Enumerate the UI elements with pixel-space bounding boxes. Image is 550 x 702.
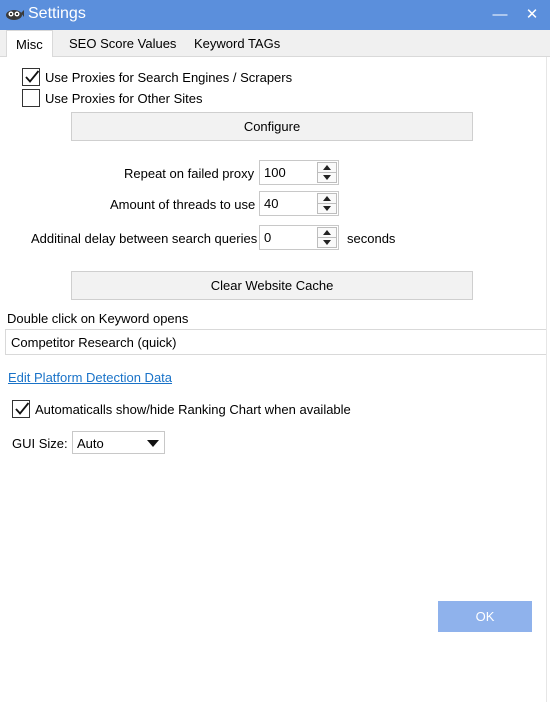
spinner-down-arrow-icon[interactable] (318, 238, 336, 248)
ranking-chart-row[interactable]: Automaticalls show/hide Ranking Chart wh… (12, 399, 351, 419)
title-bar: Settings — ✕ (0, 0, 550, 30)
clear-website-cache-button[interactable]: Clear Website Cache (71, 271, 473, 300)
app-icon (5, 7, 25, 23)
delay-spinner[interactable]: 0 (259, 225, 339, 250)
spinner-up-arrow-icon[interactable] (318, 194, 336, 204)
delay-value[interactable]: 0 (264, 230, 271, 245)
spinner-down-arrow-icon[interactable] (318, 173, 336, 183)
repeat-failed-proxy-spinner[interactable]: 100 (259, 160, 339, 185)
gui-size-label: GUI Size: (12, 436, 68, 451)
proxy-other-sites-checkbox[interactable] (22, 89, 40, 107)
window-title: Settings (28, 5, 86, 22)
configure-button[interactable]: Configure (71, 112, 473, 141)
proxy-search-engines-row[interactable]: Use Proxies for Search Engines / Scraper… (22, 67, 292, 87)
minimize-button[interactable]: — (489, 4, 511, 26)
edit-platform-detection-link[interactable]: Edit Platform Detection Data (8, 370, 172, 385)
spinner-up-arrow-icon[interactable] (318, 163, 336, 173)
threads-spinner[interactable]: 40 (259, 191, 339, 216)
tab-misc[interactable]: Misc (6, 30, 53, 58)
spinner-down-arrow-icon[interactable] (318, 204, 336, 214)
tab-keyword-tags[interactable]: Keyword TAGs (185, 30, 289, 57)
tab-bar: Misc SEO Score Values Keyword TAGs (0, 30, 550, 58)
spinner-arrows (317, 227, 337, 248)
threads-value[interactable]: 40 (264, 196, 278, 211)
repeat-failed-proxy-label: Repeat on failed proxy (124, 166, 255, 181)
threads-label: Amount of threads to use (110, 197, 256, 212)
proxy-other-sites-row[interactable]: Use Proxies for Other Sites (22, 88, 203, 108)
ranking-chart-label: Automaticalls show/hide Ranking Chart wh… (35, 401, 351, 417)
scrollbar-edge (546, 57, 550, 702)
repeat-failed-proxy-value[interactable]: 100 (264, 165, 286, 180)
gui-size-select[interactable]: Auto (72, 431, 165, 454)
gui-size-value: Auto (77, 436, 104, 451)
keyword-double-click-label: Double click on Keyword opens (7, 311, 189, 326)
delay-label: Additinal delay between search queries (31, 231, 258, 246)
proxy-search-engines-checkbox[interactable] (22, 68, 40, 86)
ok-button[interactable]: OK (438, 601, 532, 632)
checkmark-icon (15, 402, 30, 415)
close-button[interactable]: ✕ (521, 4, 543, 26)
proxy-search-engines-label: Use Proxies for Search Engines / Scraper… (45, 69, 293, 85)
spinner-up-arrow-icon[interactable] (318, 228, 336, 238)
ranking-chart-checkbox[interactable] (12, 400, 30, 418)
chevron-down-icon[interactable] (142, 432, 164, 453)
spinner-arrows (317, 193, 337, 214)
delay-unit-label: seconds (347, 231, 396, 246)
proxy-other-sites-label: Use Proxies for Other Sites (45, 90, 203, 106)
spinner-arrows (317, 162, 337, 183)
checkmark-icon (25, 70, 40, 83)
keyword-double-click-select[interactable]: Competitor Research (quick) (5, 329, 546, 355)
tab-seo-score-values[interactable]: SEO Score Values (60, 30, 185, 57)
keyword-double-click-value: Competitor Research (quick) (11, 335, 177, 350)
